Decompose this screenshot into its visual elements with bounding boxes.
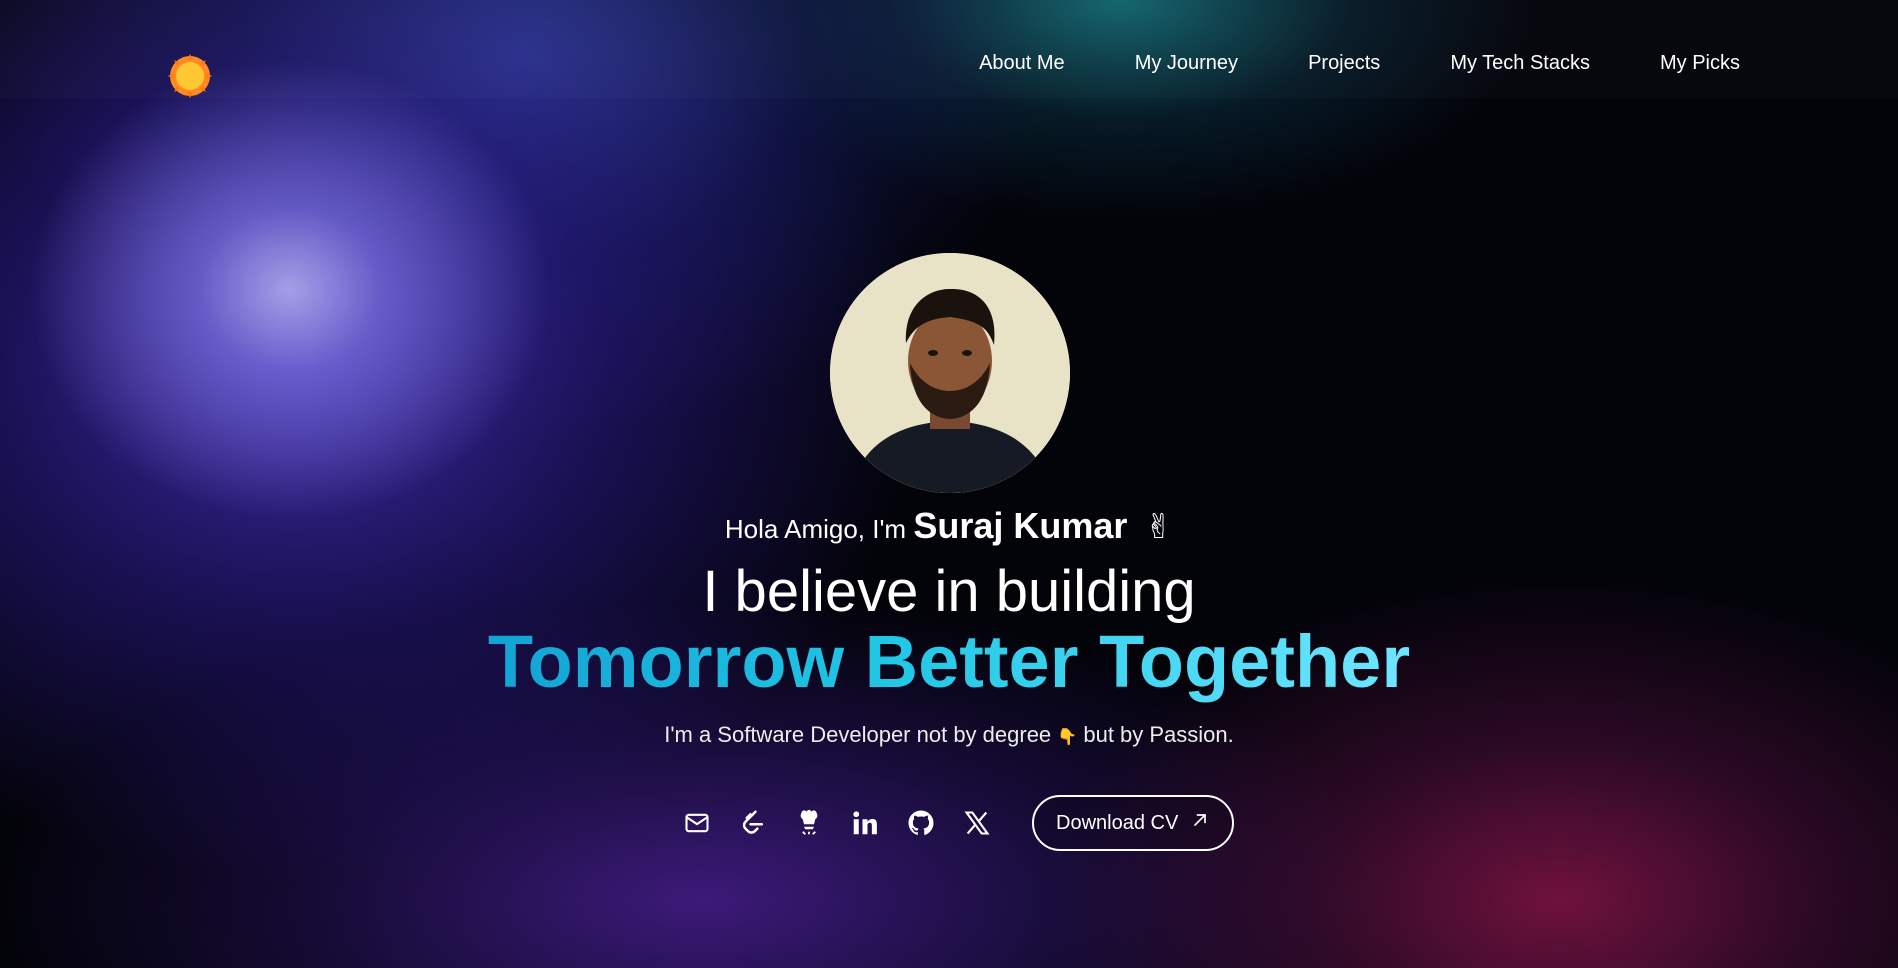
navbar [0, 0, 1898, 98]
nav-item-projects[interactable]: Projects [1308, 52, 1380, 75]
download-cv-button[interactable]: Download CV [1032, 795, 1235, 851]
tagline-part1: I'm a Software Developer not by degree [664, 722, 1052, 747]
github-icon[interactable] [904, 806, 938, 840]
social-links: Download CV [680, 795, 1235, 851]
linkedin-icon[interactable] [848, 806, 882, 840]
codechef-icon[interactable] [792, 806, 826, 840]
pointing-emoji: 👇 [1057, 729, 1078, 746]
x-icon[interactable] [960, 806, 994, 840]
main-nav: About Me My Journey Projects My Tech Sta… [979, 52, 1740, 75]
sun-icon[interactable] [168, 54, 212, 98]
tagline-part2: but by Passion. [1083, 722, 1234, 747]
leetcode-icon[interactable] [736, 806, 770, 840]
mail-icon[interactable] [680, 806, 714, 840]
person-name: Suraj Kumar [913, 505, 1128, 546]
nav-item-my-picks[interactable]: My Picks [1660, 52, 1740, 75]
page: About Me My Journey Projects My Tech Sta… [0, 0, 1898, 968]
headline-highlight: Tomorrow Better Together [487, 620, 1411, 703]
avatar [830, 253, 1070, 493]
peace-emoji: ✌ [1144, 508, 1174, 546]
arrow-up-right-icon [1190, 810, 1210, 836]
greeting: Hola Amigo, I'm Suraj Kumar ✌ [0, 505, 1898, 547]
download-cv-label: Download CV [1056, 811, 1179, 834]
greeting-prefix: Hola Amigo, I'm [724, 514, 907, 544]
headline-line2: Tomorrow Better Together [0, 622, 1898, 702]
nav-item-tech-stacks[interactable]: My Tech Stacks [1450, 52, 1590, 75]
nav-item-about-me[interactable]: About Me [979, 52, 1065, 75]
nav-item-my-journey[interactable]: My Journey [1135, 52, 1238, 75]
headline-line1: I believe in building [702, 559, 1196, 624]
tagline: I'm a Software Developer not by degree 👇… [0, 722, 1898, 748]
